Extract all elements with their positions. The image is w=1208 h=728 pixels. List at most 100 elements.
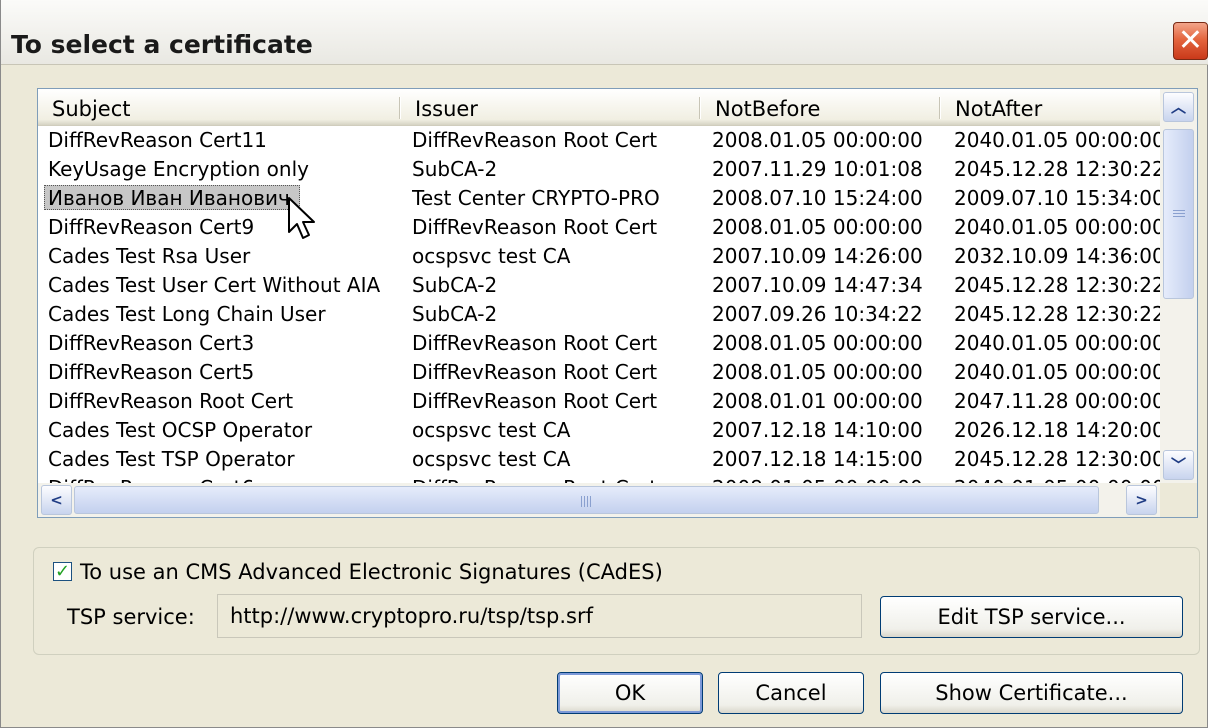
cell-issuer: SubCA-2 (412, 157, 498, 181)
cell-subject: Cades Test TSP Operator (48, 447, 295, 471)
cell-issuer: SubCA-2 (412, 273, 498, 297)
cell-subject: DiffRevReason Cert3 (48, 331, 255, 355)
cell-notbefore: 2007.11.29 10:01:08 (712, 157, 923, 181)
cell-notafter: 2026.12.18 14:20:00 (954, 418, 1160, 442)
cell-notafter: 2045.12.28 12:30:22 (954, 302, 1160, 326)
cell-notbefore: 2008.01.05 00:00:00 (712, 215, 923, 239)
column-header-notbefore[interactable]: NotBefore (701, 89, 939, 125)
cell-notbefore: 2008.01.05 00:00:00 (712, 128, 923, 152)
scroll-left-arrow-icon[interactable]: < (41, 485, 72, 515)
cell-subject: Иванов Иван Иванович (48, 186, 290, 210)
table-row[interactable]: DiffRevReason Cert5 DiffRevReason Root Ce… (38, 357, 1160, 386)
cell-issuer: DiffRevReason Root Cert (412, 360, 658, 384)
cell-issuer: ocspsvc test CA (412, 418, 571, 442)
close-button[interactable]: ✕ (1173, 22, 1208, 60)
scroll-down-arrow-icon[interactable]: ﹀ (1163, 450, 1194, 480)
cell-notafter: 2040.01.05 00:00:00 (954, 331, 1160, 355)
cancel-button[interactable]: Cancel (718, 672, 864, 714)
table-row[interactable]: DiffRevReason Cert11 DiffRevReason Root C… (38, 125, 1160, 154)
tsp-service-field[interactable]: http://www.cryptopro.ru/tsp/tsp.srf (217, 594, 862, 638)
column-header-notafter[interactable]: NotAfter (941, 89, 1160, 125)
horizontal-scrollbar[interactable]: < > (38, 483, 1160, 517)
mouse-pointer-icon (288, 197, 315, 239)
cell-issuer: DiffRevReason Root Cert (412, 331, 658, 355)
list-rows: DiffRevReason Cert11 DiffRevReason Root C… (38, 125, 1160, 485)
column-header-subject[interactable]: Subject (38, 89, 398, 125)
table-row[interactable]: Иванов Иван Иванович Test Center CRYPTO-P… (38, 183, 1160, 212)
cell-notafter: 2045.12.28 12:30:22 (954, 273, 1160, 297)
cell-notbefore: 2008.01.01 00:00:00 (712, 389, 923, 413)
cell-issuer: ocspsvc test CA (412, 447, 571, 471)
cell-notafter: 2045.12.28 12:30:00 (954, 447, 1160, 471)
grip-line (587, 496, 588, 507)
cell-notafter: 2045.12.28 12:30:22 (954, 157, 1160, 181)
scroll-up-arrow-icon[interactable]: ︿ (1163, 92, 1194, 122)
cell-subject: Cades Test OCSP Operator (48, 418, 313, 442)
cell-issuer: SubCA-2 (412, 302, 498, 326)
ok-button[interactable]: OK (557, 672, 703, 714)
certificate-list[interactable]: Subject Issuer NotBefore NotAfter DiffRe… (37, 88, 1198, 518)
cell-notbefore: 2007.12.18 14:15:00 (712, 447, 923, 471)
cell-subject: DiffRevReason Cert9 (48, 215, 255, 239)
cell-issuer: ocspsvc test CA (412, 244, 571, 268)
scrollbar-corner (1160, 483, 1197, 517)
horizontal-scroll-thumb[interactable] (74, 486, 1099, 514)
cell-notafter: 2032.10.09 14:36:00 (954, 244, 1160, 268)
close-icon: ✕ (1177, 23, 1204, 58)
cell-notbefore: 2007.10.09 14:26:00 (712, 244, 923, 268)
list-header: Subject Issuer NotBefore NotAfter (38, 89, 1160, 126)
show-certificate-button[interactable]: Show Certificate... (880, 672, 1183, 714)
cell-subject: Cades Test User Cert Without AIA (48, 273, 381, 297)
table-row[interactable]: DiffRevReason Cert9 DiffRevReason Root Ce… (38, 212, 1160, 241)
certificate-dialog: To select a certificate ✕ Subject Issuer… (0, 0, 1208, 728)
cell-issuer: DiffRevReason Root Cert (412, 215, 658, 239)
cell-notbefore: 2008.01.05 00:00:00 (712, 331, 923, 355)
cell-notbefore: 2007.10.09 14:47:34 (712, 273, 923, 297)
cades-checkbox[interactable]: ✓ (53, 562, 72, 581)
table-row[interactable]: Cades Test User Cert Without AIA SubCA-2 2… (38, 270, 1160, 299)
table-row[interactable]: Cades Test Rsa User ocspsvc test CA 2007.1… (38, 241, 1160, 270)
cell-subject: DiffRevReason Cert5 (48, 360, 255, 384)
dialog-title: To select a certificate (11, 30, 313, 59)
column-header-issuer[interactable]: Issuer (401, 89, 698, 125)
cell-notbefore: 2008.07.10 15:24:00 (712, 186, 923, 210)
cell-subject: DiffRevReason Root Cert (48, 389, 294, 413)
grip-line (590, 496, 591, 507)
cell-subject: Cades Test Long Chain User (48, 302, 326, 326)
cell-notbefore: 2007.12.18 14:10:00 (712, 418, 923, 442)
table-row[interactable]: Cades Test OCSP Operator ocspsvc test CA 2… (38, 415, 1160, 444)
cell-subject: KeyUsage Encryption only (48, 157, 309, 181)
cell-issuer: DiffRevReason Root Cert (412, 389, 658, 413)
cell-notbefore: 2008.01.05 00:00:00 (712, 360, 923, 384)
cell-subject: Cades Test Rsa User (48, 244, 251, 268)
column-divider[interactable] (939, 97, 940, 119)
column-divider[interactable] (699, 97, 700, 119)
edit-tsp-service-button[interactable]: Edit TSP service... (880, 596, 1183, 638)
cell-subject: DiffRevReason Cert11 (48, 128, 267, 152)
table-row[interactable]: Cades Test TSP Operator ocspsvc test CA 20… (38, 444, 1160, 473)
cell-notafter: 2040.01.05 00:00:00 (954, 360, 1160, 384)
table-row[interactable]: DiffRevReason Cert3 DiffRevReason Root Ce… (38, 328, 1160, 357)
cell-notafter: 2047.11.28 00:00:00 (954, 389, 1160, 413)
cell-issuer: Test Center CRYPTO-PRO (412, 186, 660, 210)
cell-notafter: 2009.07.10 15:34:00 (954, 186, 1160, 210)
grip-line (1173, 213, 1185, 214)
title-bar[interactable]: To select a certificate ✕ (1, 0, 1208, 65)
cell-notafter: 2040.01.05 00:00:00 (954, 215, 1160, 239)
scroll-right-arrow-icon[interactable]: > (1126, 485, 1157, 515)
column-divider[interactable] (399, 97, 400, 119)
vertical-scrollbar[interactable]: ︿ ﹀ (1160, 89, 1197, 483)
cades-checkbox-label[interactable]: To use an CMS Advanced Electronic Signat… (80, 560, 663, 584)
cell-notbefore: 2007.09.26 10:34:22 (712, 302, 923, 326)
cell-notafter: 2040.01.05 00:00:00 (954, 128, 1160, 152)
checkmark-icon: ✓ (54, 561, 71, 582)
tsp-service-label: TSP service: (67, 605, 195, 629)
grip-line (1173, 210, 1185, 211)
table-row[interactable]: DiffRevReason Root Cert DiffRevReason Roo… (38, 386, 1160, 415)
grip-line (581, 496, 582, 507)
grip-line (584, 496, 585, 507)
vertical-scroll-thumb[interactable] (1163, 129, 1194, 299)
table-row[interactable]: KeyUsage Encryption only SubCA-2 2007.11.2… (38, 154, 1160, 183)
table-row[interactable]: Cades Test Long Chain User SubCA-2 2007.09… (38, 299, 1160, 328)
grip-line (1173, 216, 1185, 217)
